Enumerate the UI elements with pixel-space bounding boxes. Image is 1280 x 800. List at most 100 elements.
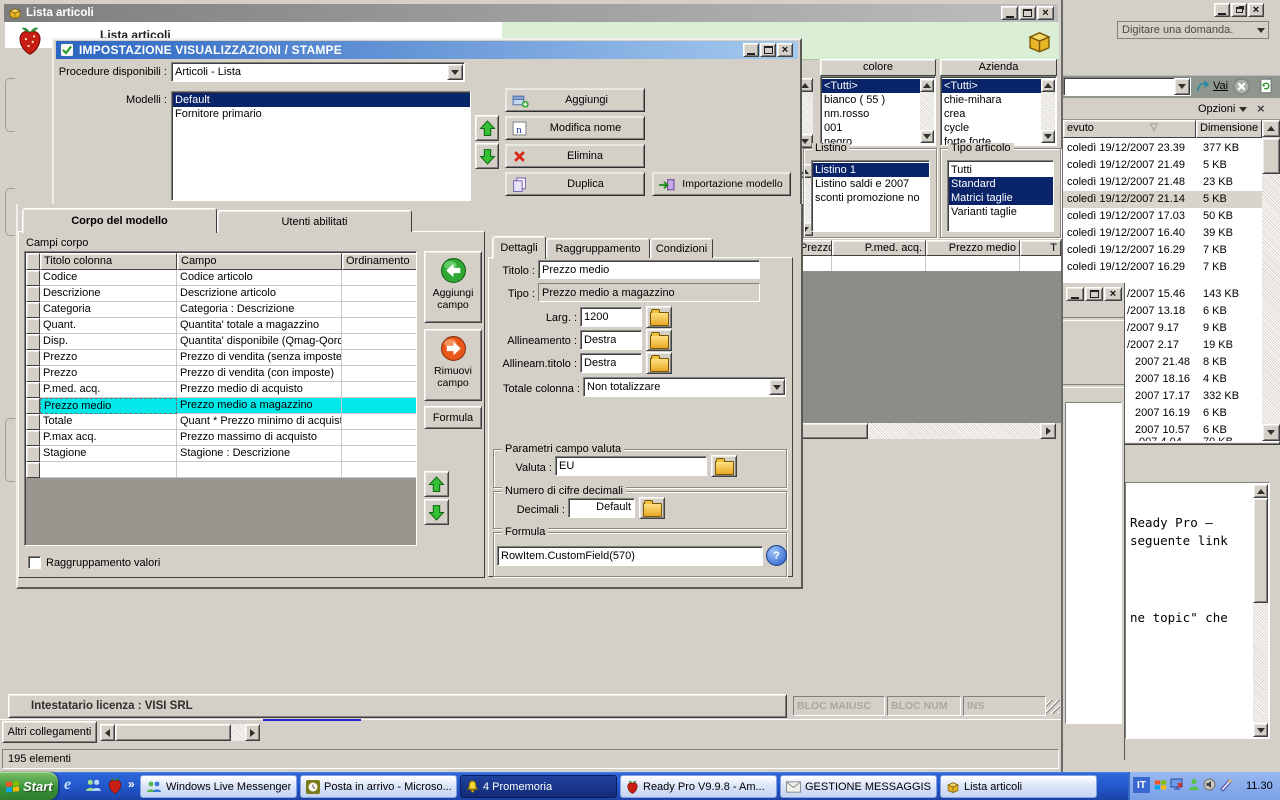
message-scrollbar-thumb[interactable] [1262,138,1280,174]
list-item[interactable]: <Tutti> [942,79,1043,93]
totale-colonna-dropdown-button[interactable] [769,379,785,395]
opzioni-close-icon[interactable]: × [1257,102,1265,115]
list-item[interactable]: crea [942,107,1043,121]
tray-windows-icon[interactable] [1154,778,1167,791]
formula-input[interactable]: RowItem.CustomField(570) [497,546,763,566]
taskbar-button-readypro[interactable]: Ready Pro V9.9.8 - Am... [620,775,777,798]
table-header-campo[interactable]: Campo [177,253,342,270]
procedure-dropdown-button[interactable] [447,64,463,80]
dialog-close-button[interactable]: × [777,43,793,57]
column-header-ricevuto[interactable]: evuto [1063,120,1196,138]
totale-colonna-combobox[interactable]: Non totalizzare [583,377,786,397]
hyperlink-fragment[interactable] [263,719,361,721]
taskbar-button-messenger[interactable]: Windows Live Messenger [140,775,297,798]
scrollbar-down-button[interactable] [920,130,934,143]
model-move-up-button[interactable] [475,115,499,141]
list-item[interactable]: Tutti [949,163,1053,177]
message-row[interactable]: /2007 13.18 [1127,303,1185,320]
table-header-titolo[interactable]: Titolo colonna [40,253,177,270]
row-selector[interactable] [26,302,40,318]
row-selector[interactable] [26,462,40,478]
address-combobox[interactable] [1063,77,1191,96]
row-selector[interactable] [26,270,40,286]
links-scrollbar-track[interactable] [231,724,245,741]
language-indicator[interactable]: IT [1133,777,1150,793]
tray-monitor-x-icon[interactable] [1170,778,1184,791]
taskbar-button-lista-articoli[interactable]: Lista articoli [940,775,1097,798]
scrollbar-track[interactable] [920,92,934,130]
decimali-input[interactable]: Default [568,498,635,518]
allineam-titolo-folder-button[interactable] [646,352,672,374]
scrollbar-left-button[interactable] [100,724,115,741]
row-selector[interactable] [26,286,40,302]
titolo-input[interactable]: Prezzo medio [538,260,760,279]
message-row[interactable]: coledì 19/12/2007 17.03 [1067,208,1185,225]
outlook-minimize-button[interactable] [1214,3,1230,17]
aggiungi-button[interactable]: Aggiungi [505,88,645,112]
message-row[interactable]: 2007 16.19 [1135,405,1190,422]
altri-collegamenti-button[interactable]: Altri collegamenti [2,721,97,743]
message-row[interactable]: 2007 17.17 [1135,388,1190,405]
taskbar-button-posta[interactable]: Posta in arrivo - Microso... [300,775,457,798]
decimali-folder-button[interactable] [639,497,665,519]
tab-raggruppamento[interactable]: Raggruppamento [546,238,650,258]
aggiungi-campo-button[interactable]: Aggiungi campo [424,251,482,323]
list-item[interactable]: Varianti taglie [949,205,1053,219]
grid-header-pmed[interactable]: P.med. acq. [832,240,926,256]
list-item[interactable]: Standard [949,177,1053,191]
row-selector[interactable] [26,414,40,430]
list-item[interactable]: 001 [822,121,922,135]
dialog-title-bar[interactable]: IMPOSTAZIONE VISUALIZZAZIONI / STAMPE [56,41,798,59]
scrollbar-up-button[interactable] [920,79,934,92]
taskbar-button-promemoria[interactable]: 4 Promemoria [460,775,617,798]
field-move-down-button[interactable] [424,499,449,525]
lista-maximize-button[interactable] [1019,6,1036,20]
dialog-minimize-button[interactable] [743,43,759,57]
grid-empty-row[interactable] [796,256,1061,271]
refresh-page-icon[interactable] [1258,78,1274,94]
duplica-button[interactable]: Duplica [505,172,645,196]
internet-explorer-icon[interactable]: e [64,776,81,795]
tray-pen-icon[interactable] [1219,777,1233,792]
message-row[interactable]: 2007 21.48 [1135,354,1190,371]
row-selector[interactable] [26,318,40,334]
importazione-modello-button[interactable]: Importazione modello [652,172,791,196]
list-item[interactable]: nm.rosso [822,107,922,121]
message-row[interactable]: coledì 19/12/2007 21.49 [1067,157,1185,174]
procedure-combobox[interactable]: Articoli - Lista [171,62,465,82]
scrollbar-right-button[interactable] [1040,423,1056,439]
dialog-maximize-button[interactable] [760,43,776,57]
links-scrollbar-thumb[interactable] [115,724,231,741]
taskbar-button-gestione[interactable]: GESTIONE MESSAGGIST... [780,775,937,798]
formula-help-button[interactable]: ? [766,545,787,566]
list-item[interactable]: bianco ( 55 ) [822,93,922,107]
list-item[interactable]: sconti promozione no [813,191,929,205]
strawberry-quicklaunch-icon[interactable] [107,776,123,795]
row-selector[interactable] [26,446,40,462]
formula-button[interactable]: Formula [424,406,482,429]
question-box[interactable]: Digitare una domanda. [1117,21,1269,39]
message-row[interactable]: coledì 19/12/2007 16.29 [1067,242,1185,259]
outlook-restore-button[interactable] [1231,3,1247,17]
tab-condizioni[interactable]: Condizioni [650,238,713,258]
larg-folder-button[interactable] [646,306,672,328]
model-move-down-button[interactable] [475,143,499,169]
scrollbar-up-button[interactable] [1253,484,1268,498]
row-selector[interactable] [26,430,40,446]
scrollbar-up-button[interactable] [1041,79,1055,92]
row-selector[interactable] [26,350,40,366]
grid-header-prezzo-medio[interactable]: Prezzo medio [926,240,1020,256]
fragment-maximize-button[interactable] [1085,287,1103,301]
message-row[interactable]: /2007 15.46 [1127,286,1185,303]
clock[interactable]: 11.30 [1246,780,1273,792]
rimuovi-campo-button[interactable]: Rimuovi campo [424,329,482,401]
messenger-quicklaunch-icon[interactable] [85,778,102,793]
tab-corpo-del-modello[interactable]: Corpo del modello [22,208,217,233]
row-selector[interactable] [26,334,40,350]
larg-input[interactable]: 1200 [580,307,642,327]
lista-close-button[interactable]: × [1037,6,1054,20]
message-row[interactable]: 2007 18.16 [1135,371,1190,388]
opzioni-button[interactable]: Opzioni [1198,102,1248,116]
message-row[interactable]: coledì 19/12/2007 16.40 [1067,225,1185,242]
list-item[interactable]: Listino saldi e 2007 [813,177,929,191]
